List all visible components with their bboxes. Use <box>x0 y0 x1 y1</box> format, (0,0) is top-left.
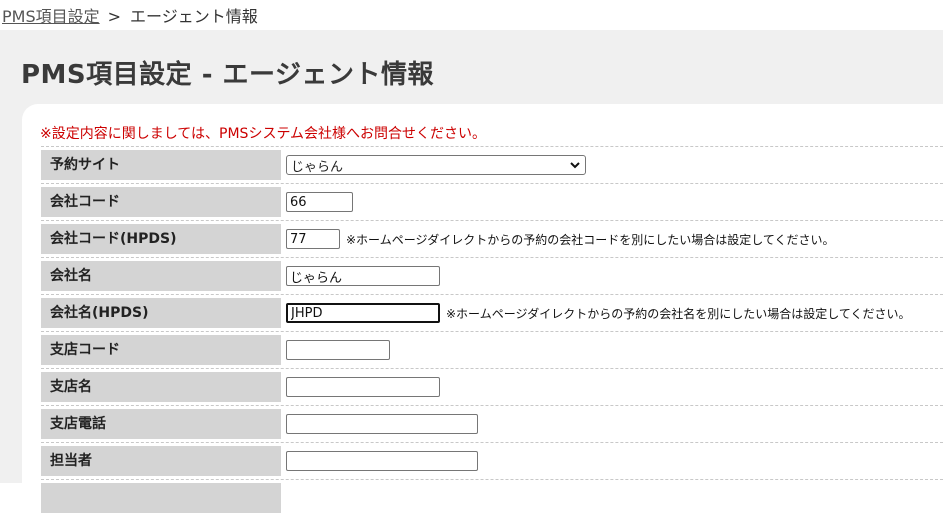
breadcrumb: PMS項目設定 > エージェント情報 <box>2 3 258 27</box>
notice-text: ※設定内容に関しましては、PMSシステム会社様へお問合せください。 <box>40 126 487 142</box>
company-code-hpds-label: 会社コード(HPDS) <box>41 224 281 254</box>
company-name-hpds-note: ※ホームページダイレクトからの予約の会社名を別にしたい場合は設定してください。 <box>446 306 911 321</box>
branch-name-input[interactable] <box>286 377 440 397</box>
breadcrumb-bar: PMS項目設定 > エージェント情報 <box>0 0 943 30</box>
person-in-charge-label: 担当者 <box>41 446 281 476</box>
row-company-code-hpds: 会社コード(HPDS) ※ホームページダイレクトからの予約の会社コードを別にした… <box>41 220 943 257</box>
branch-phone-input[interactable] <box>286 414 478 434</box>
breadcrumb-current: エージェント情報 <box>130 7 258 26</box>
branch-code-label: 支店コード <box>41 335 281 365</box>
page-body: PMS項目設定 - エージェント情報 ※設定内容に関しましては、PMSシステム会… <box>0 30 943 513</box>
row-company-name-hpds: 会社名(HPDS) ※ホームページダイレクトからの予約の会社名を別にしたい場合は… <box>41 294 943 331</box>
reservation-site-selected: じゃらん <box>291 159 344 175</box>
row-branch-name: 支店名 <box>41 368 943 405</box>
company-name-label: 会社名 <box>41 261 281 291</box>
reservation-site-label: 予約サイト <box>41 150 281 180</box>
branch-name-label: 支店名 <box>41 372 281 402</box>
company-name-input[interactable] <box>286 266 440 286</box>
row-company-code: 会社コード <box>41 183 943 220</box>
company-code-label: 会社コード <box>41 187 281 217</box>
company-name-hpds-label: 会社名(HPDS) <box>41 298 281 328</box>
breadcrumb-link-pms-settings[interactable]: PMS項目設定 <box>2 7 100 26</box>
row-reservation-site: 予約サイト じゃらん <box>41 146 943 183</box>
agent-form: 予約サイト じゃらん 会社コード 会社コード(HPDS) ※ <box>41 146 943 516</box>
breadcrumb-separator: > <box>107 7 122 26</box>
company-code-input[interactable] <box>286 192 353 212</box>
row-branch-code: 支店コード <box>41 331 943 368</box>
branch-code-input[interactable] <box>286 340 390 360</box>
person-in-charge-input[interactable] <box>286 451 478 471</box>
company-name-hpds-input[interactable] <box>286 303 440 323</box>
row-branch-phone: 支店電話 <box>41 405 943 442</box>
row-next <box>41 479 943 516</box>
company-code-hpds-input[interactable] <box>286 229 340 249</box>
company-code-hpds-note: ※ホームページダイレクトからの予約の会社コードを別にしたい場合は設定してください… <box>346 232 835 247</box>
row-person-in-charge: 担当者 <box>41 442 943 479</box>
next-row-label <box>41 483 281 513</box>
form-panel: ※設定内容に関しましては、PMSシステム会社様へお問合せください。 予約サイト … <box>22 104 943 513</box>
page-title: PMS項目設定 - エージェント情報 <box>21 60 435 90</box>
row-company-name: 会社名 <box>41 257 943 294</box>
chevron-down-icon <box>570 162 580 169</box>
branch-phone-label: 支店電話 <box>41 409 281 439</box>
reservation-site-select[interactable]: じゃらん <box>286 155 586 175</box>
